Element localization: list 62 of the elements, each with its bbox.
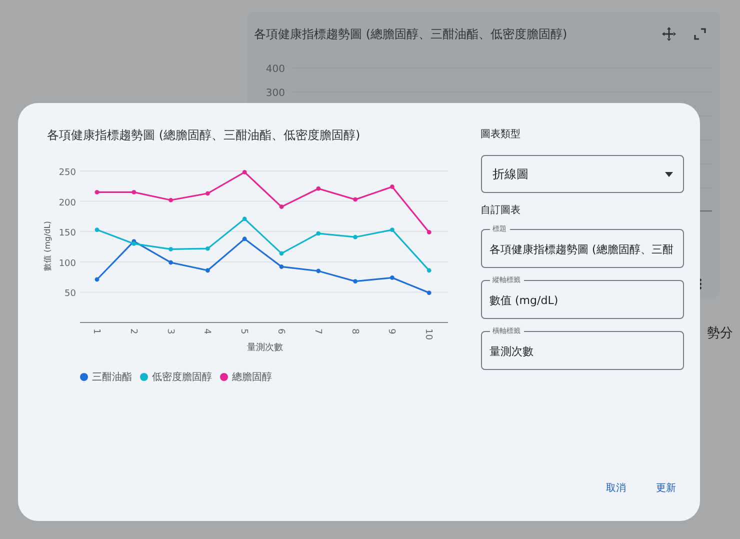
- cancel-button[interactable]: 取消: [598, 475, 634, 501]
- section-label: 自訂圖表: [480, 204, 522, 217]
- x-tick-label: 2: [128, 328, 138, 334]
- point: [316, 268, 321, 274]
- y-tick-label: 100: [58, 258, 76, 269]
- point: [242, 170, 247, 174]
- point: [132, 190, 136, 194]
- x-tick-label: 6: [276, 328, 286, 334]
- y-tick-label: 50: [64, 289, 76, 300]
- y-tick-label: 150: [58, 228, 76, 239]
- y-tick-label: 250: [58, 168, 76, 178]
- x-tick-label: 3: [164, 328, 175, 334]
- point: [242, 236, 247, 242]
- section-label: 圖表類型: [480, 128, 522, 141]
- point: [279, 204, 284, 209]
- chart-title: 各項健康指標趨勢圖 (總膽固醇、三酣油酯、低密度膽固醇): [46, 127, 362, 144]
- point: [168, 246, 173, 252]
- point: [168, 260, 173, 265]
- point: [390, 275, 394, 280]
- point: [316, 231, 321, 236]
- x-tick-label: 4: [202, 328, 212, 334]
- y-tick-label: 200: [58, 198, 76, 208]
- point: [279, 264, 284, 269]
- x-tick-label: 5: [238, 328, 249, 334]
- point: [279, 251, 284, 256]
- x-axis-title: 量測次數: [247, 343, 283, 353]
- y-axis-title: 數值 (mg/dL): [43, 221, 52, 271]
- axis-tick-label: 300: [266, 88, 285, 99]
- point: [390, 228, 394, 232]
- point: [94, 277, 100, 282]
- point: [94, 228, 100, 232]
- move-icon[interactable]: [662, 27, 676, 41]
- update-button[interactable]: 更新: [648, 475, 684, 501]
- x-tick-label: 9: [386, 328, 396, 334]
- x-tick-label: 10: [423, 328, 434, 340]
- x-tick-label: 1: [91, 328, 101, 334]
- legend-label: 總膽固醇: [232, 370, 272, 384]
- section-heading: 勢分: [707, 325, 733, 342]
- point: [206, 191, 210, 196]
- chart-title: 各項健康指標趨勢圖 (總膽固醇、三酣油酯、低密度膽固醇): [254, 26, 568, 42]
- expand-icon[interactable]: [694, 28, 706, 40]
- point: [316, 186, 321, 191]
- point: [353, 234, 358, 240]
- dropdown-caret-icon: [665, 172, 673, 176]
- point: [426, 230, 432, 234]
- point: [132, 242, 136, 246]
- point: [353, 279, 358, 284]
- point: [206, 268, 210, 273]
- legend-label: 低密度膽固醇: [152, 370, 212, 384]
- point: [426, 268, 432, 273]
- axis-tick-label: 400: [266, 64, 285, 75]
- chart-type-dropdown[interactable]: 折線圖: [480, 155, 684, 193]
- point: [390, 184, 394, 189]
- point: [242, 216, 247, 222]
- x-tick-label: 7: [312, 328, 322, 334]
- point: [168, 198, 173, 202]
- x-tick-label: 8: [349, 328, 360, 334]
- point: [94, 190, 100, 194]
- point: [353, 197, 358, 202]
- point: [206, 246, 210, 251]
- point: [426, 290, 432, 296]
- legend-label: 三酣油酯: [92, 370, 132, 384]
